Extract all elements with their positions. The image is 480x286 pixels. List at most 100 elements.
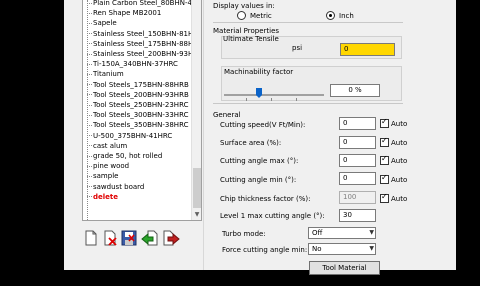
material-list-scrollbar[interactable]: ▼ xyxy=(191,0,201,220)
force-cutting-angle-select[interactable]: No ▼ xyxy=(308,243,376,255)
cutting-speed-auto-label: Auto xyxy=(391,120,408,128)
inch-label: Inch xyxy=(339,12,354,20)
material-name: Tool Steels_175BHN-88HRB xyxy=(93,80,189,89)
cutting-angle-max-auto-label: Auto xyxy=(391,157,408,165)
tree-branch xyxy=(87,53,92,55)
chevron-down-icon: ▼ xyxy=(369,245,374,252)
save-material-icon[interactable] xyxy=(120,229,138,247)
cutting-angle-min-label: Cutting angle min (°): xyxy=(220,176,297,184)
slider-tick xyxy=(271,98,272,101)
material-list-item[interactable]: sample xyxy=(87,171,118,181)
material-list-item[interactable]: cast alum xyxy=(87,141,127,151)
material-list-item[interactable]: Tool Steels_175BHN-88HRB xyxy=(87,80,189,90)
cutting-speed-label: Cutting speed(V Ft/Min): xyxy=(220,121,306,129)
scrollbar-thumb[interactable] xyxy=(193,168,201,208)
material-list-item[interactable]: Sapele xyxy=(87,18,117,28)
background-right xyxy=(456,0,480,270)
ultimate-tensile-label: Ultimate Tensile xyxy=(223,35,279,43)
tree-branch xyxy=(87,186,92,188)
chip-thickness-input[interactable]: 100 xyxy=(339,191,376,204)
ultimate-tensile-input[interactable]: 0 xyxy=(340,43,395,56)
material-properties-separator xyxy=(213,103,403,104)
cutting-speed-input[interactable]: 0 xyxy=(339,117,376,130)
export-material-icon[interactable] xyxy=(162,229,180,247)
cutting-angle-max-auto-checkbox[interactable] xyxy=(380,154,389,165)
material-name: pine wood xyxy=(93,162,130,171)
tree-branch xyxy=(87,155,92,157)
inch-radio[interactable] xyxy=(326,11,335,20)
general-group-title: General xyxy=(213,111,241,119)
tool-material-factors-button[interactable]: Tool Material Factors xyxy=(309,261,380,284)
cutting-speed-auto-checkbox[interactable] xyxy=(380,117,389,128)
material-name: Tool Steels_300BHN-33HRC xyxy=(93,111,189,120)
tree-branch xyxy=(87,124,92,126)
surface-area-input[interactable]: 0 xyxy=(339,136,376,149)
cutting-angle-max-label: Cutting angle max (°): xyxy=(220,157,299,165)
tree-branch xyxy=(87,135,92,137)
material-name: Tool Steels_200BHN-93HRB xyxy=(93,90,189,99)
cutting-angle-max-input[interactable]: 0 xyxy=(339,154,376,167)
chip-thickness-auto-label: Auto xyxy=(391,195,408,203)
material-list-item[interactable]: Plain Carbon Steel_80BHN-40HR xyxy=(87,0,202,8)
machinability-value: 0 % xyxy=(330,84,380,97)
slider-tick xyxy=(296,98,297,101)
tree-branch xyxy=(87,63,92,65)
metric-radio[interactable] xyxy=(237,11,246,20)
display-group-title: Display values in: xyxy=(213,2,275,10)
tree-branch xyxy=(87,84,92,86)
material-list[interactable]: Plain Carbon Steel_80BHN-40HR Ren Shape M… xyxy=(82,0,202,221)
material-name: sawdust board xyxy=(93,182,145,191)
tree-branch xyxy=(87,2,92,4)
machinability-slider-track[interactable] xyxy=(224,94,324,96)
material-name: grade 50, hot rolled xyxy=(93,152,163,160)
material-list-item[interactable]: U-500_375BHN-41HRC xyxy=(87,131,172,141)
material-name: Stainless Steel_200BHN-93HRB xyxy=(93,50,202,58)
panel-divider xyxy=(203,0,209,270)
delete-material-icon[interactable] xyxy=(101,229,119,247)
material-name: U-500_375BHN-41HRC xyxy=(93,131,173,140)
material-name: Ti-150A_340BHN-37HRC xyxy=(93,60,178,69)
material-list-item[interactable]: Stainless Steel_175BHN-88HRB xyxy=(87,39,202,49)
material-list-item[interactable]: sawdust board xyxy=(87,182,144,192)
material-name: Tool Steels_350BHN-38HRC xyxy=(93,121,189,130)
material-list-items: Plain Carbon Steel_80BHN-40HR Ren Shape M… xyxy=(83,0,201,220)
material-list-item[interactable]: Tool Steels_200BHN-93HRB xyxy=(87,90,189,100)
material-name: Titanium xyxy=(93,70,124,79)
tree-branch xyxy=(87,33,92,35)
ultimate-tensile-unit: psi xyxy=(292,44,303,52)
new-material-icon[interactable] xyxy=(82,229,100,247)
material-list-item[interactable]: Ti-150A_340BHN-37HRC xyxy=(87,59,178,69)
level1-label: Level 1 max cutting angle (°): xyxy=(220,212,325,220)
material-name: Plain Carbon Steel_80BHN-40HR xyxy=(93,0,202,7)
cutting-angle-min-input[interactable]: 0 xyxy=(339,172,376,185)
material-name: Stainless Steel_175BHN-88HRB xyxy=(93,39,202,48)
tree-branch xyxy=(87,196,92,198)
material-list-item[interactable]: Titanium xyxy=(87,69,124,79)
level1-input[interactable]: 30 xyxy=(339,209,376,222)
turbo-mode-select[interactable]: Off ▼ xyxy=(308,227,376,239)
material-name: Sapele xyxy=(93,19,117,28)
tree-branch xyxy=(87,73,92,75)
scroll-down-arrow-icon[interactable]: ▼ xyxy=(193,210,201,219)
tree-branch xyxy=(87,12,92,14)
import-material-icon[interactable] xyxy=(141,229,159,247)
material-list-item[interactable]: grade 50, hot rolled xyxy=(87,151,162,161)
cutting-angle-min-auto-checkbox[interactable] xyxy=(380,173,389,184)
material-list-item[interactable]: Ren Shape MB2001 xyxy=(87,8,161,18)
metric-label: Metric xyxy=(250,12,272,20)
material-list-item[interactable]: Stainless Steel_150BHN-81HRB xyxy=(87,29,201,39)
material-list-item[interactable]: Tool Steels_350BHN-38HRC xyxy=(87,120,188,130)
material-properties-title: Material Properties xyxy=(213,27,280,35)
material-list-item[interactable]: pine wood xyxy=(87,161,129,171)
display-separator xyxy=(213,22,403,23)
material-name: Tool Steels_250BHN-23HRC xyxy=(93,101,189,109)
material-list-item[interactable]: delete xyxy=(87,192,118,202)
surface-area-label: Surface area (%): xyxy=(220,139,282,147)
force-cutting-angle-label: Force cutting angle min: xyxy=(222,246,308,254)
material-list-item[interactable]: Tool Steels_250BHN-23HRC xyxy=(87,100,188,110)
surface-area-auto-checkbox[interactable] xyxy=(380,136,389,147)
material-list-item[interactable]: Stainless Steel_200BHN-93HRB xyxy=(87,49,202,59)
tree-branch xyxy=(87,43,92,45)
material-list-item[interactable]: Tool Steels_300BHN-33HRC xyxy=(87,110,188,120)
chip-thickness-auto-checkbox[interactable] xyxy=(380,192,389,203)
